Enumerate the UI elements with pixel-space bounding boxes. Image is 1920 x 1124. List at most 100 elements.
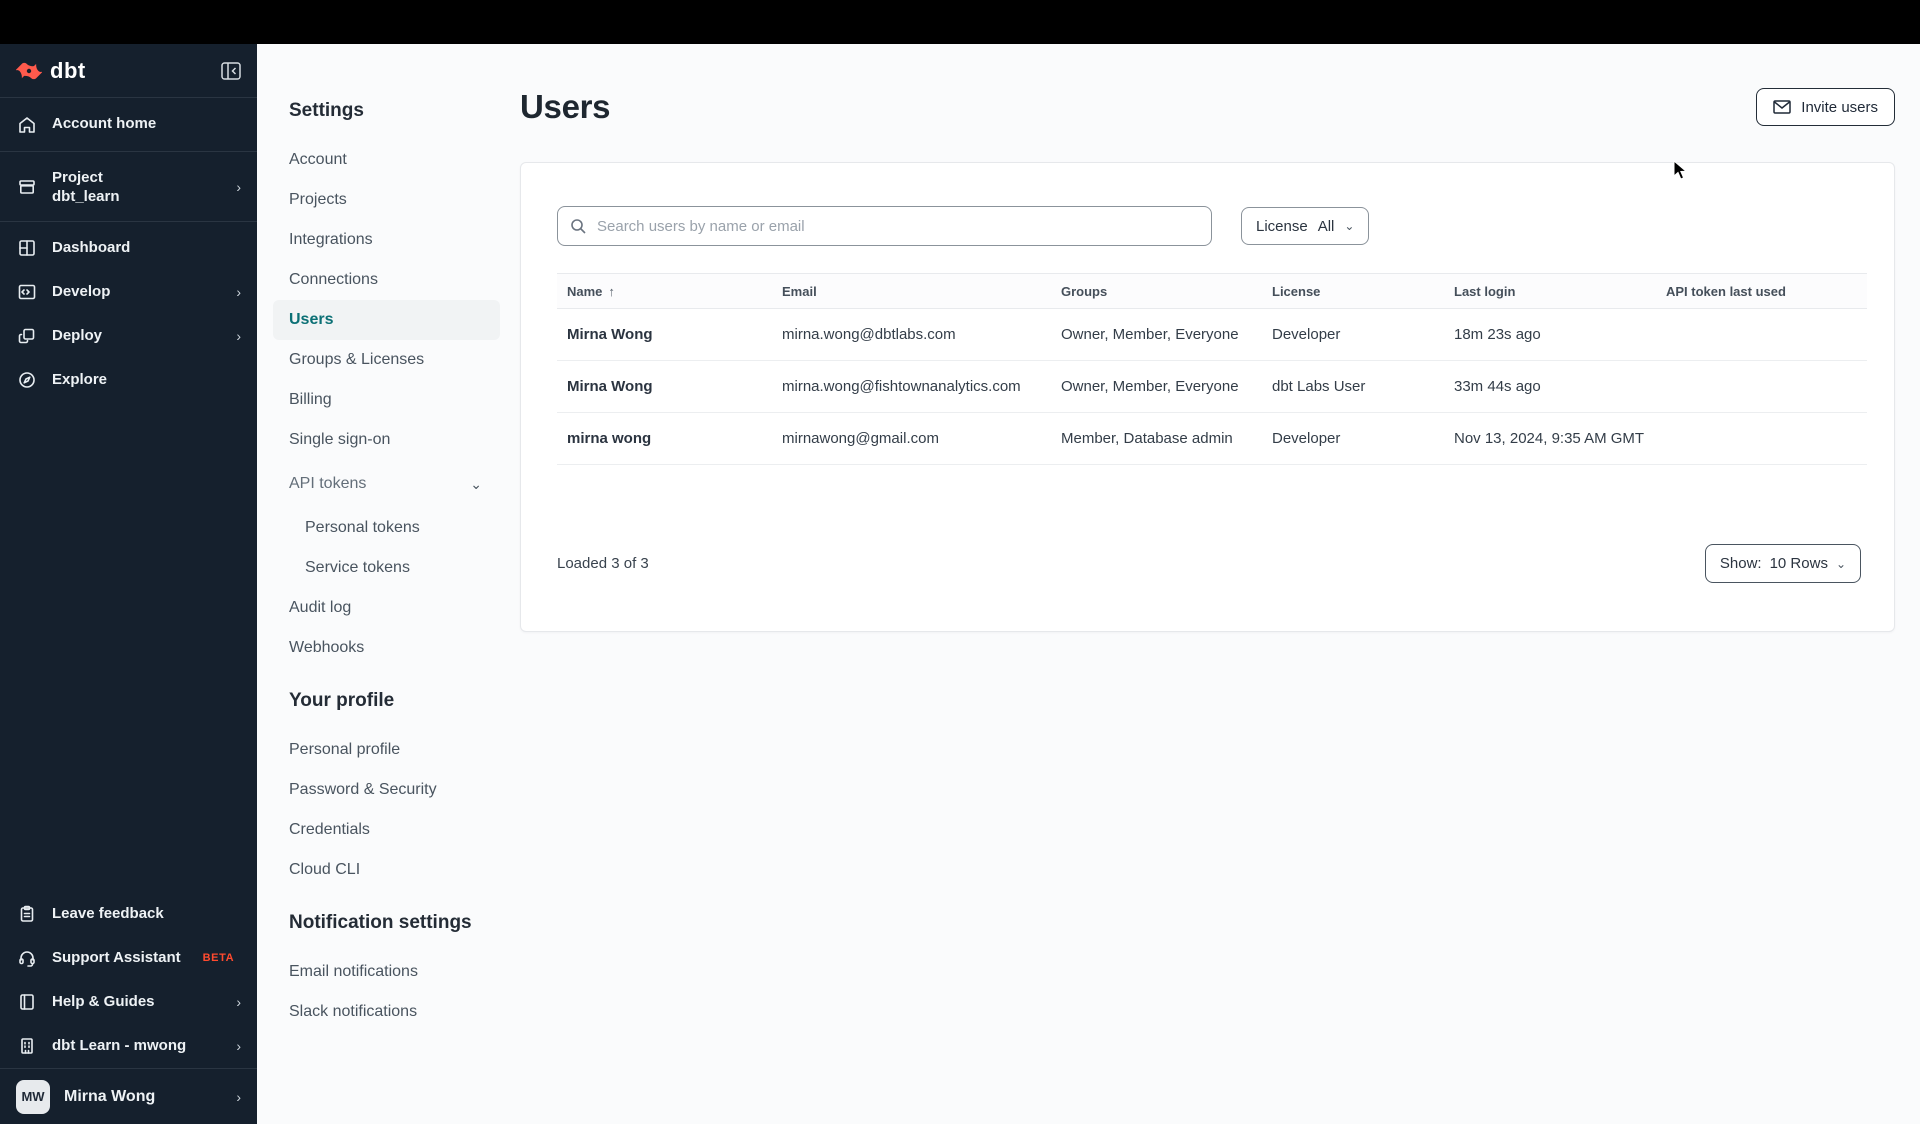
sidebar-item-help-guides[interactable]: Help & Guides › [0, 980, 257, 1024]
user-email-cell: mirna.wong@dbtlabs.com [782, 326, 956, 343]
sidebar-item-org[interactable]: dbt Learn - mwong › [0, 1024, 257, 1068]
show-value: 10 Rows [1769, 555, 1828, 572]
chevron-right-icon: › [236, 328, 241, 344]
table-row[interactable]: Mirna Wong mirna.wong@fishtownanalytics.… [557, 361, 1867, 413]
user-name-cell: mirna wong [567, 430, 652, 447]
chevron-down-icon: ⌄ [1344, 219, 1355, 233]
user-email-cell: mirnawong@gmail.com [782, 430, 939, 447]
license-filter-label: License [1256, 217, 1308, 235]
sidebar-item-label: Support Assistant [52, 948, 181, 966]
sidebar-item-label: Develop [52, 282, 111, 300]
settings-nav-item-audit-log[interactable]: Audit log [257, 588, 520, 628]
settings-nav-item-connections[interactable]: Connections [257, 260, 520, 300]
sidebar-item-label: Dashboard [52, 238, 131, 256]
user-name-cell: Mirna Wong [567, 326, 653, 343]
column-header-name[interactable]: Name ↑ [557, 284, 782, 299]
profile-section-title: Your profile [289, 690, 395, 711]
book-icon [16, 991, 38, 1013]
settings-nav-item-personal-tokens[interactable]: Personal tokens [257, 508, 520, 548]
settings-nav: Settings Account Projects Integrations C… [257, 44, 520, 1124]
sidebar-collapse-icon[interactable] [221, 61, 241, 80]
column-header-groups[interactable]: Groups [1061, 284, 1272, 299]
column-header-email[interactable]: Email [782, 284, 1061, 299]
invite-users-button[interactable]: Invite users [1756, 88, 1895, 126]
column-header-last-login[interactable]: Last login [1454, 284, 1666, 299]
sort-asc-icon: ↑ [608, 283, 615, 299]
user-groups-cell: Owner, Member, Everyone [1061, 378, 1239, 395]
sidebar-user-name: Mirna Wong [64, 1087, 156, 1105]
sidebar-item-project[interactable]: Project dbt_learn › [0, 152, 257, 222]
table-row[interactable]: mirna wong mirnawong@gmail.com Member, D… [557, 413, 1867, 465]
users-card: License All ⌄ Name↑ Email Groups License… [520, 162, 1895, 632]
search-input[interactable] [597, 217, 1199, 235]
user-groups-cell: Owner, Member, Everyone [1061, 326, 1239, 343]
settings-nav-item-integrations[interactable]: Integrations [257, 220, 520, 260]
feedback-clipboard-icon [16, 903, 38, 925]
avatar: MW [16, 1079, 50, 1114]
sidebar-item-label: Leave feedback [52, 904, 164, 922]
chevron-right-icon: › [236, 284, 241, 300]
sidebar-project-name: dbt_learn [52, 188, 120, 206]
sidebar-item-label: dbt Learn - mwong [52, 1036, 187, 1054]
sidebar-item-label: Account home [52, 115, 157, 133]
sidebar-item-support-assistant[interactable]: Support Assistant BETA [0, 936, 257, 980]
column-header-api-token[interactable]: API token last used [1666, 284, 1867, 299]
settings-nav-item-single-sign-on[interactable]: Single sign-on [257, 420, 520, 460]
chevron-down-icon: ⌄ [1835, 556, 1846, 571]
settings-nav-item-service-tokens[interactable]: Service tokens [257, 548, 520, 588]
table-header-row: Name ↑ Email Groups License Last login AP… [557, 273, 1867, 309]
building-icon [16, 1035, 38, 1057]
headset-icon [16, 947, 38, 969]
settings-nav-item-billing[interactable]: Billing [257, 380, 520, 420]
settings-nav-item-password-security[interactable]: Password & Security [257, 770, 520, 810]
user-name-cell: Mirna Wong [567, 378, 653, 395]
loaded-count-text: Loaded 3 of 3 [557, 555, 649, 572]
explore-icon [16, 369, 38, 391]
rows-per-page-dropdown[interactable]: Show: 10 Rows ⌄ [1704, 544, 1861, 583]
sidebar-item-develop[interactable]: Develop › [0, 270, 257, 314]
sidebar-item-explore[interactable]: Explore [0, 358, 257, 402]
sidebar-item-leave-feedback[interactable]: Leave feedback [0, 892, 257, 936]
settings-nav-item-credentials[interactable]: Credentials [257, 810, 520, 850]
user-license-cell: Developer [1272, 430, 1341, 447]
user-groups-cell: Member, Database admin [1061, 430, 1233, 447]
settings-nav-item-groups-licenses[interactable]: Groups & Licenses [257, 340, 520, 380]
main-content: Users Invite users License All ⌄ [520, 44, 1920, 1124]
sidebar-item-dashboard[interactable]: Dashboard [0, 226, 257, 270]
dbt-logo-icon [16, 62, 42, 79]
chevron-right-icon: › [236, 1038, 241, 1054]
license-filter-value: All [1317, 217, 1335, 235]
settings-nav-item-account[interactable]: Account [257, 140, 520, 180]
beta-badge: BETA [202, 952, 235, 964]
settings-nav-item-projects[interactable]: Projects [257, 180, 520, 220]
home-icon [16, 114, 38, 136]
settings-nav-title: Settings [289, 100, 364, 121]
dbt-logo-text: dbt [50, 57, 86, 83]
sidebar-user-menu[interactable]: MW Mirna Wong › [0, 1068, 257, 1124]
sidebar-item-deploy[interactable]: Deploy › [0, 314, 257, 358]
table-row[interactable]: Mirna Wong mirna.wong@dbtlabs.com Owner,… [557, 309, 1867, 361]
column-header-license[interactable]: License [1272, 284, 1454, 299]
settings-nav-item-email-notifications[interactable]: Email notifications [257, 952, 520, 992]
sidebar-item-account-home[interactable]: Account home [0, 98, 257, 152]
settings-nav-item-api-tokens[interactable]: API tokens ⌄ [257, 464, 500, 504]
settings-nav-item-personal-profile[interactable]: Personal profile [257, 730, 520, 770]
project-box-icon [16, 176, 38, 198]
user-email-cell: mirna.wong@fishtownanalytics.com [782, 378, 1021, 395]
settings-nav-item-users[interactable]: Users [273, 300, 500, 340]
search-icon [571, 218, 586, 234]
user-last-login-cell: 33m 44s ago [1454, 378, 1541, 395]
settings-nav-item-cloud-cli[interactable]: Cloud CLI [257, 850, 520, 890]
page-title: Users [520, 88, 611, 125]
settings-nav-item-slack-notifications[interactable]: Slack notifications [257, 992, 520, 1032]
settings-nav-item-webhooks[interactable]: Webhooks [257, 628, 520, 668]
notification-section-title: Notification settings [289, 912, 472, 933]
develop-code-icon [16, 281, 38, 303]
settings-nav-item-label: API tokens [289, 475, 367, 492]
users-table: Name ↑ Email Groups License Last login AP… [557, 273, 1867, 465]
show-label: Show: [1719, 555, 1762, 572]
dashboard-grid-icon [16, 237, 38, 259]
user-license-cell: Developer [1272, 326, 1341, 343]
top-black-bar [0, 0, 1920, 44]
license-filter-dropdown[interactable]: License All ⌄ [1241, 207, 1370, 245]
